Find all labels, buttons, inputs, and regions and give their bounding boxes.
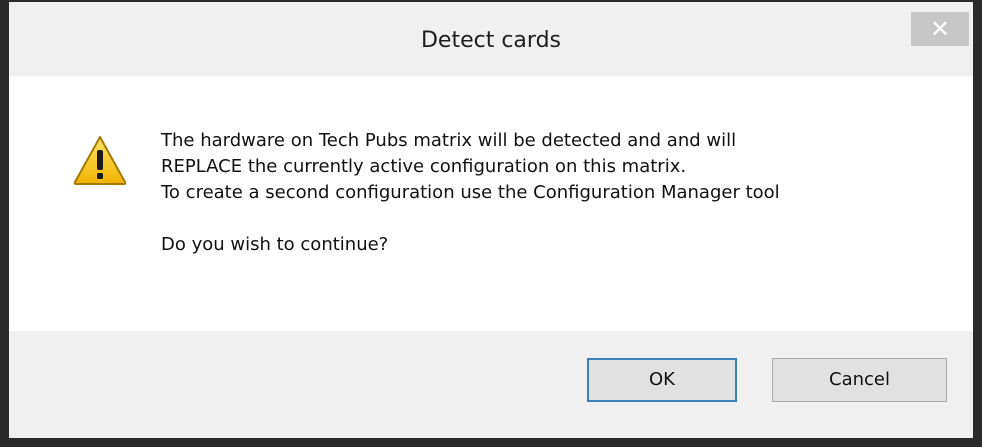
message-line-3: To create a second configuration use the… bbox=[161, 182, 780, 203]
dialog-title: Detect cards bbox=[420, 28, 561, 53]
message-text: The hardware on Tech Pubs matrix will be… bbox=[161, 128, 780, 258]
close-icon: ✕ bbox=[929, 15, 951, 43]
message-area: The hardware on Tech Pubs matrix will be… bbox=[9, 76, 973, 331]
message-line-1: The hardware on Tech Pubs matrix will be… bbox=[161, 130, 737, 151]
warning-icon bbox=[73, 136, 127, 185]
button-bar: OK Cancel bbox=[9, 331, 973, 438]
cancel-button[interactable]: Cancel bbox=[772, 358, 947, 402]
close-button[interactable]: ✕ bbox=[911, 12, 969, 46]
ok-button[interactable]: OK bbox=[587, 358, 737, 402]
message-line-2: REPLACE the currently active configurati… bbox=[161, 156, 687, 177]
title-bar[interactable]: Detect cards ✕ bbox=[9, 2, 973, 76]
detect-cards-dialog: Detect cards ✕ The hardware on Tech Pubs… bbox=[0, 0, 982, 447]
confirm-question: Do you wish to continue? bbox=[161, 234, 389, 255]
